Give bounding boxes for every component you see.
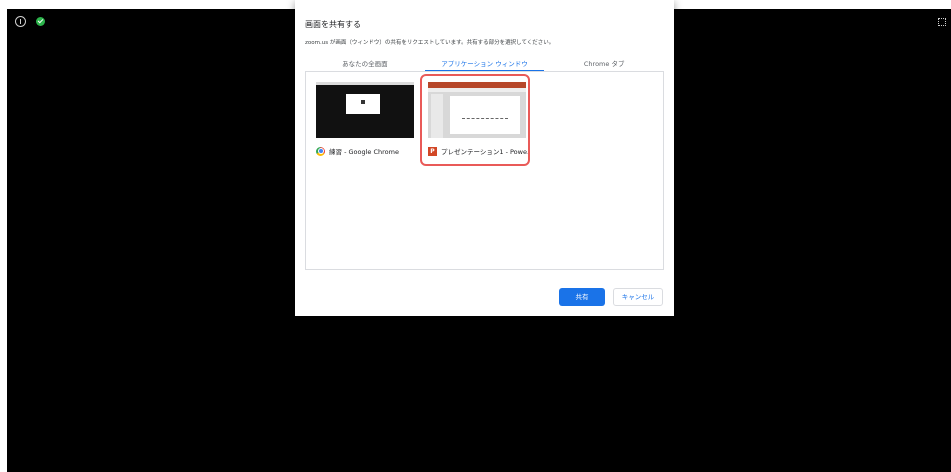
tab-chrome-tab[interactable]: Chrome タブ [544,56,664,72]
share-button[interactable]: 共有 [559,288,605,306]
window-card-powerpoint[interactable]: P プレゼンテーション1 - Powe... [420,74,530,166]
window-thumbnail [316,82,414,138]
left-strip [0,0,7,472]
window-list: 練習 - Google Chrome P プレゼンテーション1 - Powe..… [305,72,664,270]
powerpoint-icon: P [428,146,437,156]
window-card-label: 練習 - Google Chrome [316,146,416,156]
dialog-subtitle: zoom.us が画面（ウィンドウ）の共有をリクエストしています。共有する部分を… [305,40,555,46]
tab-entire-screen[interactable]: あなたの全画面 [305,56,425,72]
window-thumbnail [428,82,526,138]
tab-application-window[interactable]: アプリケーション ウィンドウ [424,56,545,72]
shield-check-icon[interactable] [36,17,45,26]
share-screen-dialog: 画面を共有する zoom.us が画面（ウィンドウ）の共有をリクエストしています… [295,0,674,316]
dialog-title: 画面を共有する [305,20,361,29]
chrome-icon [316,146,325,156]
info-icon[interactable] [15,16,26,27]
window-card-label: P プレゼンテーション1 - Powe... [428,146,528,156]
status-icons [15,16,45,27]
source-tabs: あなたの全画面 アプリケーション ウィンドウ Chrome タブ [305,56,664,72]
window-card-chrome[interactable]: 練習 - Google Chrome [310,76,416,164]
expand-icon[interactable] [938,18,946,26]
cancel-button[interactable]: キャンセル [613,288,663,306]
